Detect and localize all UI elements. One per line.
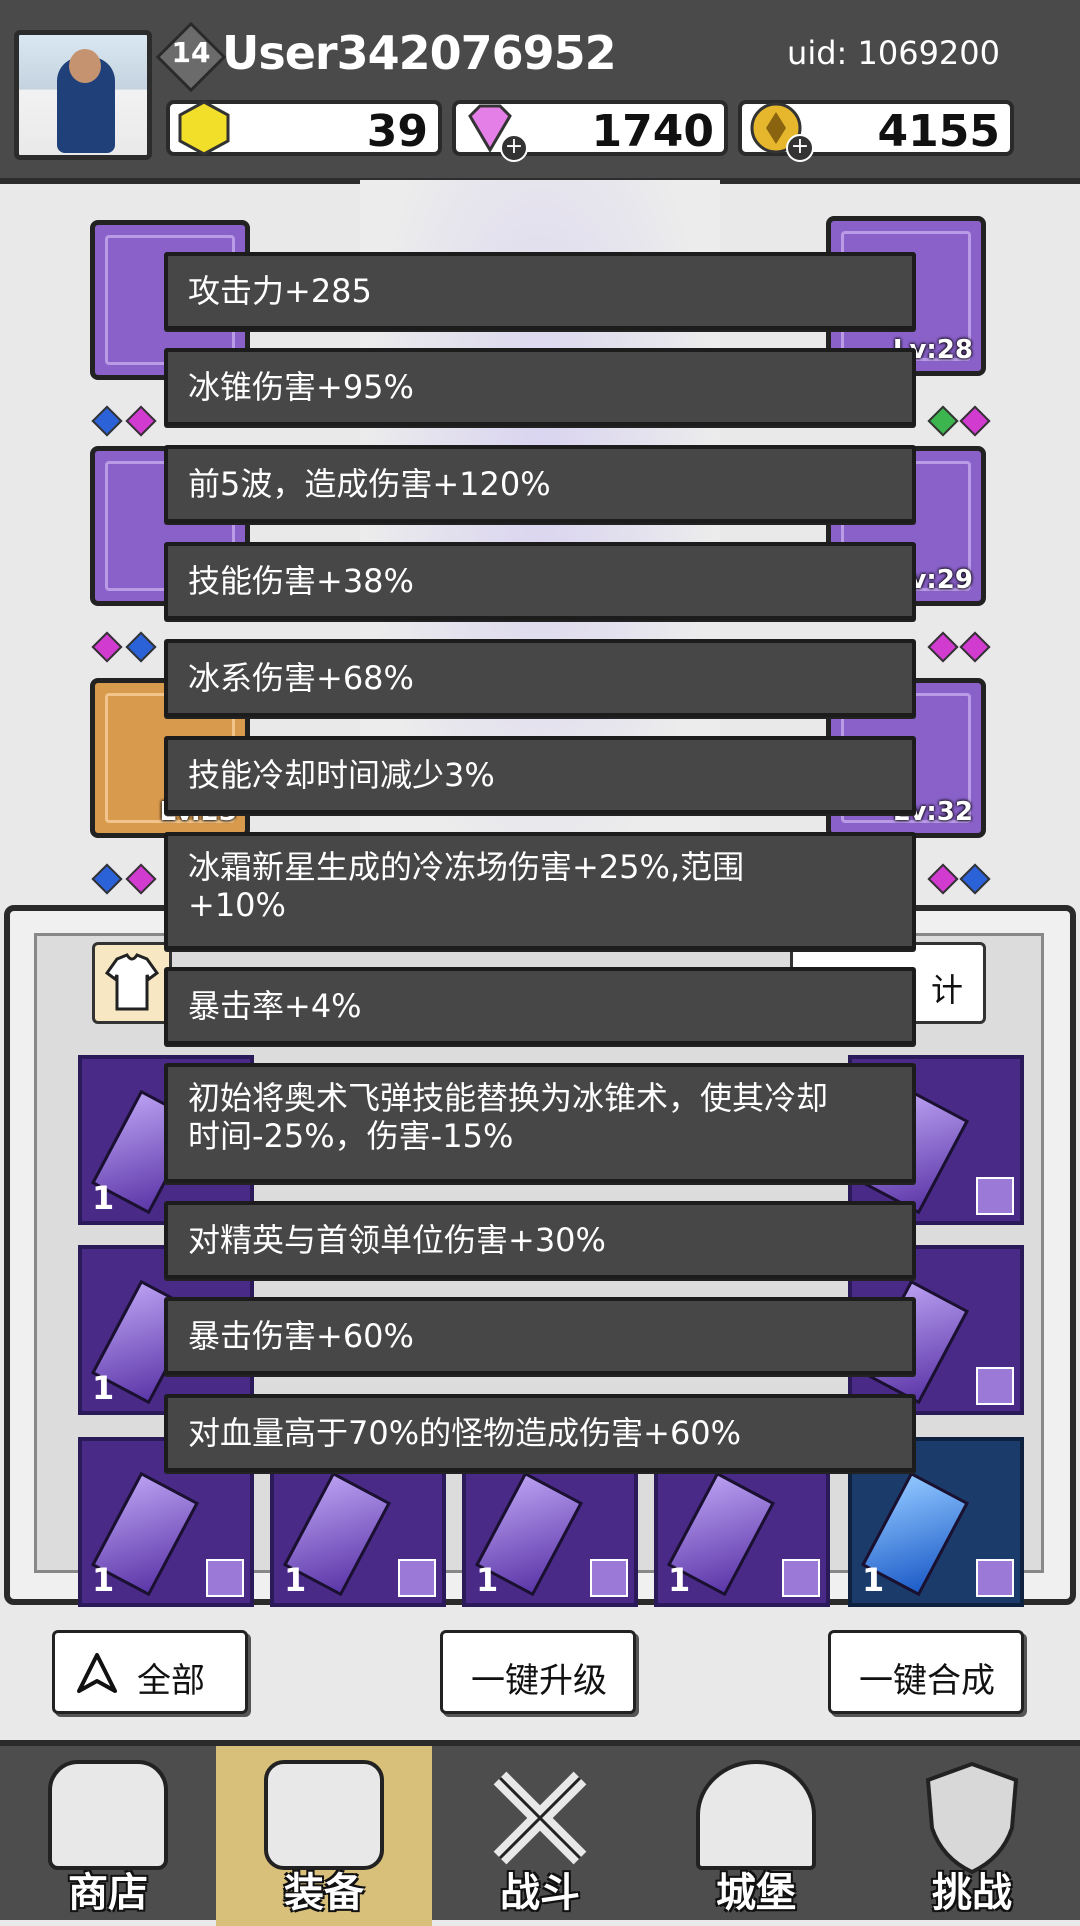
affix-line: 暴击率+4% (164, 967, 916, 1045)
affix-line: 暴击伤害+60% (164, 1297, 916, 1375)
shop-tent-icon (48, 1760, 168, 1870)
avatar-head (69, 49, 101, 83)
armor-type-icon (590, 1559, 628, 1597)
socket-gem-icon (959, 863, 991, 895)
navigate-arrow-icon (77, 1653, 117, 1693)
affix-line: 技能伤害+38% (164, 542, 916, 620)
uid: uid: 1069200 (787, 34, 1000, 72)
tab-castle-label: 城堡 (716, 1870, 796, 1916)
affix-line: 技能冷却时间减少3% (164, 736, 916, 814)
stats-button-label: 计 (930, 971, 963, 1009)
coin-counter[interactable]: + 4155 (738, 100, 1014, 162)
affix-line: 对精英与首领单位伤害+30% (164, 1201, 916, 1279)
tab-shop[interactable]: 商店 (0, 1746, 216, 1926)
boots-type-icon (976, 1559, 1014, 1597)
gem-counter[interactable]: + 1740 (452, 100, 728, 162)
backpack-icon (264, 1760, 384, 1870)
tab-shop-label: 商店 (68, 1870, 148, 1916)
username: User342076952 (222, 26, 617, 80)
player-level: 14 (171, 36, 211, 69)
shirt-icon (104, 953, 160, 1011)
add-gems-icon[interactable]: + (500, 134, 528, 162)
merge-all-label: 一键合成 (859, 1661, 995, 1701)
affix-line: 对血量高于70%的怪物造成伤害+60% (164, 1394, 916, 1472)
socket-gem-icon (125, 631, 157, 663)
armor-type-icon (398, 1559, 436, 1597)
energy-value: 39 (366, 106, 428, 157)
merge-all-button[interactable]: 一键合成 (828, 1630, 1024, 1714)
socket-gem-icon (91, 631, 123, 663)
gem-value: 1740 (591, 106, 714, 157)
affix-line: 攻击力+285 (164, 252, 916, 330)
add-coins-icon[interactable]: + (786, 134, 814, 162)
socket-gem-icon (927, 405, 959, 437)
affix-line: 前5波，造成伤害+120% (164, 445, 916, 523)
socket-gem-icon (91, 863, 123, 895)
tab-battle[interactable]: 战斗 (432, 1746, 648, 1926)
affix-line: 冰霜新星生成的冷冻场伤害+25%,范围+10% (164, 832, 916, 950)
ring-type-icon (206, 1559, 244, 1597)
filter-all-label: 全部 (137, 1661, 205, 1701)
upgrade-all-label: 一键升级 (471, 1661, 607, 1701)
tab-equipment[interactable]: 装备 (216, 1746, 432, 1926)
clothing-filter-button[interactable] (92, 942, 172, 1024)
socket-gem-icon (927, 631, 959, 663)
energy-counter: 39 (166, 100, 442, 157)
tab-castle[interactable]: 城堡 (648, 1746, 864, 1926)
avatar[interactable] (14, 30, 152, 160)
tab-challenge-label: 挑战 (932, 1870, 1012, 1916)
tab-battle-label: 战斗 (500, 1870, 580, 1916)
socket-gem-icon (927, 863, 959, 895)
energy-hexagon-icon (178, 100, 230, 156)
boots-type-icon (976, 1177, 1014, 1215)
armor-type-icon (782, 1559, 820, 1597)
bottom-nav: 商店 装备 战斗 城堡 挑战 (0, 1740, 1080, 1926)
ring-type-icon (976, 1367, 1014, 1405)
upgrade-all-button[interactable]: 一键升级 (440, 1630, 636, 1714)
filter-all-button[interactable]: 全部 (52, 1630, 248, 1714)
affix-line: 冰锥伤害+95% (164, 348, 916, 426)
socket-gem-icon (125, 405, 157, 437)
top-bar: 14 User342076952 uid: 1069200 39 + 1740 … (0, 0, 1080, 184)
affix-line: 冰系伤害+68% (164, 639, 916, 717)
tab-challenge[interactable]: 挑战 (864, 1746, 1080, 1926)
socket-gem-icon (91, 405, 123, 437)
coin-value: 4155 (877, 106, 1000, 157)
affix-line: 初始将奥术飞弹技能替换为冰锥术，使其冷却时间-25%，伤害-15% (164, 1063, 916, 1183)
socket-gem-icon (125, 863, 157, 895)
socket-gem-icon (959, 631, 991, 663)
socket-gem-icon (959, 405, 991, 437)
castle-tower-icon (696, 1760, 816, 1870)
tab-equipment-label: 装备 (284, 1870, 364, 1916)
